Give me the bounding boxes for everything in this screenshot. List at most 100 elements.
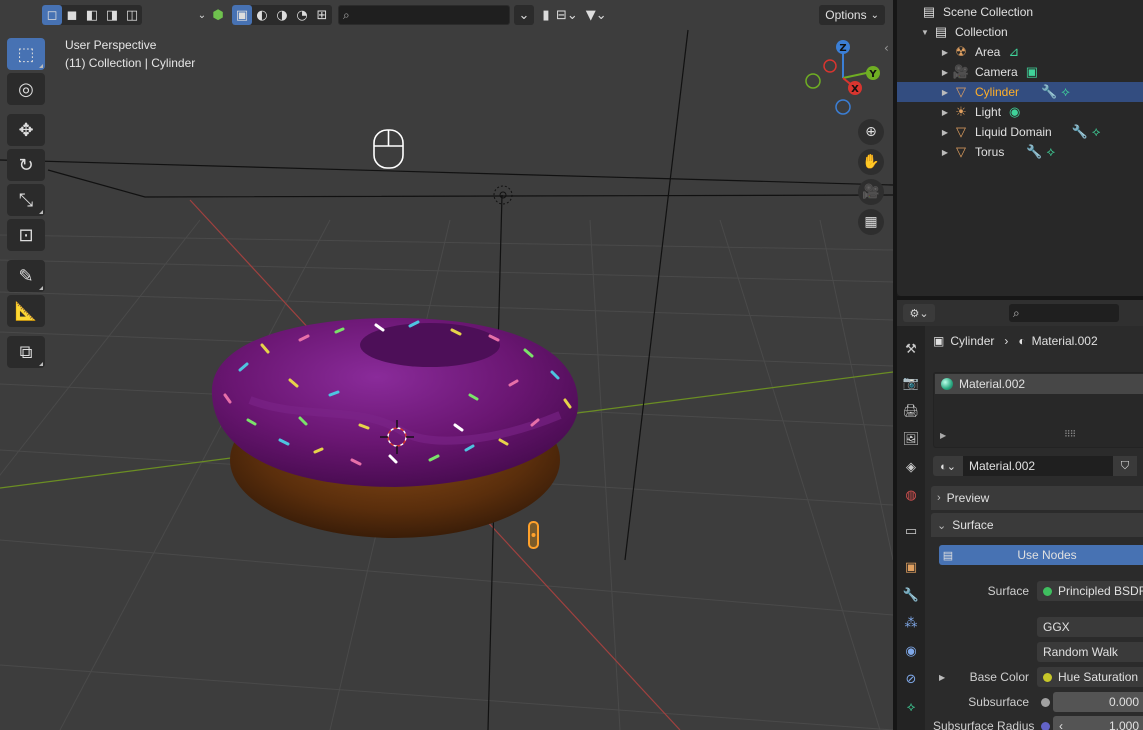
expand-triangle-icon[interactable]: ▶ bbox=[939, 128, 951, 137]
select-invert-icon[interactable]: ◨ bbox=[102, 5, 122, 25]
use-nodes-button[interactable]: ▤ Use Nodes bbox=[939, 545, 1143, 565]
display-mode-icon[interactable]: ⊟⌄ bbox=[556, 5, 578, 25]
resize-grip-icon[interactable]: ⠿⠿ bbox=[1064, 429, 1076, 440]
scene-collection-row[interactable]: ▤ Scene Collection bbox=[897, 2, 1143, 22]
wrench-modifier-icon[interactable]: 🔧 bbox=[1026, 144, 1042, 160]
mesh-icon: ▽ bbox=[956, 124, 966, 139]
expand-triangle-icon[interactable]: ▶ bbox=[940, 431, 946, 440]
properties-tab-bar: ⚒ 📷 🖨 🖼 ◈ ◍ ▭ ▣ 🔧 ⁂ ◉ ⊘ ⟡ bbox=[897, 326, 925, 730]
camera-icon: 🎥 bbox=[952, 64, 970, 79]
measure-tool-icon[interactable]: 📐 bbox=[7, 295, 45, 327]
solid-shading-icon[interactable]: ◐ bbox=[252, 5, 272, 25]
light-data-icon[interactable]: ⊿ bbox=[1008, 44, 1019, 60]
preview-panel-header[interactable]: › Preview bbox=[931, 486, 1143, 510]
output-tab-icon[interactable]: 🖨 bbox=[900, 400, 922, 422]
surface-shader-field[interactable]: Principled BSDF bbox=[1037, 581, 1143, 601]
select-box-tool-icon[interactable]: ⬚ bbox=[7, 38, 45, 70]
render-tab-icon[interactable]: 📷 bbox=[900, 372, 922, 394]
camera-view-icon[interactable]: 🎥 bbox=[858, 179, 884, 205]
rendered-shading-icon[interactable]: ◔ bbox=[292, 5, 312, 25]
material-slot-item[interactable]: Material.002 bbox=[935, 374, 1143, 394]
material-shading-icon[interactable]: ◑ bbox=[272, 5, 292, 25]
svg-text:Z: Z bbox=[839, 43, 846, 54]
modifier-tab-icon[interactable]: 🔧 bbox=[900, 584, 922, 606]
view-layer-tab-icon[interactable]: 🖼 bbox=[900, 428, 922, 450]
outliner-item-torus[interactable]: ▶ ▽ Torus 🔧 ⟡ bbox=[897, 142, 1143, 162]
collapse-sidebar-icon[interactable]: ‹ bbox=[884, 41, 889, 55]
camera-data-icon[interactable]: ▣ bbox=[1026, 64, 1038, 80]
material-name-field[interactable]: Material.002 bbox=[963, 456, 1113, 476]
scene-canvas[interactable] bbox=[0, 0, 893, 730]
viewport-header: ◻ ◼ ◧ ◨ ◫ ⌄ ⬢ ▣ ◐ ◑ ◔ ⊞ ⌕ ⌄ ▮ ⊟⌄ ▼⌄ Opti… bbox=[0, 0, 893, 30]
outliner-item-area[interactable]: ▶ ☢ Area ⊿ bbox=[897, 42, 1143, 62]
bookmark-icon[interactable]: ▮ bbox=[536, 5, 556, 25]
collection-tab-icon[interactable]: ▭ bbox=[900, 520, 922, 542]
breadcrumb: ▣ Cylinder › ◐ Material.002 bbox=[933, 334, 1098, 348]
distribution-dropdown[interactable]: GGX bbox=[1037, 617, 1143, 637]
subsurface-value-field[interactable]: 0.000 bbox=[1053, 692, 1143, 712]
outliner-item-liquid-domain[interactable]: ▶ ▽ Liquid Domain 🔧 ⟡ bbox=[897, 122, 1143, 142]
scene-tab-icon[interactable]: ◈ bbox=[900, 456, 922, 478]
viewport-search-input[interactable]: ⌕ bbox=[338, 5, 510, 25]
object-tab-icon[interactable]: ▣ bbox=[900, 556, 922, 578]
select-extend-icon[interactable]: ◼ bbox=[62, 5, 82, 25]
particles-tab-icon[interactable]: ⁂ bbox=[900, 612, 922, 634]
chevron-right-icon: › bbox=[937, 492, 941, 504]
filter-icon[interactable]: ▼⌄ bbox=[586, 5, 607, 25]
expand-triangle-icon[interactable]: ▼ bbox=[919, 28, 931, 37]
chevron-left-icon[interactable]: ‹ bbox=[1059, 719, 1063, 730]
overlay-icon[interactable]: ⊞ bbox=[312, 5, 332, 25]
annotate-tool-icon[interactable]: ✎ bbox=[7, 260, 45, 292]
navigation-gizmo[interactable]: Z Y X bbox=[798, 36, 888, 126]
browse-material-button[interactable]: ◐⌄ bbox=[933, 456, 963, 476]
properties-search-input[interactable]: ⌕ bbox=[1009, 304, 1119, 322]
outliner-item-camera[interactable]: ▶ 🎥 Camera ▣ bbox=[897, 62, 1143, 82]
properties-editor-icon: ⚙⌄ bbox=[909, 306, 929, 320]
physics-tab-icon[interactable]: ◉ bbox=[900, 640, 922, 662]
subsurface-method-dropdown[interactable]: Random Walk bbox=[1037, 642, 1143, 662]
expand-triangle-icon[interactable]: ▶ bbox=[939, 48, 951, 57]
light-data-icon[interactable]: ◉ bbox=[1009, 104, 1020, 120]
scale-tool-icon[interactable]: ⤡ bbox=[7, 184, 45, 216]
zoom-icon[interactable]: ⊕ bbox=[858, 119, 884, 145]
options-button[interactable]: Options ⌄ bbox=[819, 5, 885, 25]
object-type-visibility-icon[interactable]: ⬢ bbox=[208, 5, 228, 25]
ortho-grid-icon[interactable]: ▦ bbox=[858, 209, 884, 235]
mesh-data-icon[interactable]: ⟡ bbox=[1047, 144, 1056, 160]
surface-panel-header[interactable]: ⌄ Surface bbox=[931, 513, 1143, 537]
mesh-data-tab-icon[interactable]: ⟡ bbox=[900, 696, 922, 718]
expand-triangle-icon[interactable]: ▶ bbox=[939, 68, 951, 77]
expand-triangle-icon[interactable]: ▶ bbox=[939, 108, 951, 117]
select-intersect-icon[interactable]: ◫ bbox=[122, 5, 142, 25]
expand-triangle-icon[interactable]: ▶ bbox=[939, 88, 951, 97]
world-tab-icon[interactable]: ◍ bbox=[900, 484, 922, 506]
editor-type-dropdown[interactable]: ⚙⌄ bbox=[903, 304, 935, 322]
filter-dropdown-icon[interactable]: ⌄ bbox=[514, 5, 534, 25]
wrench-modifier-icon[interactable]: 🔧 bbox=[1041, 84, 1057, 100]
cursor-tool-icon[interactable]: ◎ bbox=[7, 73, 45, 105]
base-color-field[interactable]: Hue Saturation bbox=[1037, 667, 1143, 687]
rotate-tool-icon[interactable]: ↻ bbox=[7, 149, 45, 181]
3d-viewport[interactable]: ◻ ◼ ◧ ◨ ◫ ⌄ ⬢ ▣ ◐ ◑ ◔ ⊞ ⌕ ⌄ ▮ ⊟⌄ ▼⌄ Opti… bbox=[0, 0, 893, 730]
select-new-icon[interactable]: ◻ bbox=[42, 5, 62, 25]
tool-tab-icon[interactable]: ⚒ bbox=[900, 338, 922, 360]
expand-triangle-icon[interactable]: ▶ bbox=[939, 148, 951, 157]
outliner-item-light[interactable]: ▶ ☀ Light ◉ bbox=[897, 102, 1143, 122]
select-subtract-icon[interactable]: ◧ bbox=[82, 5, 102, 25]
add-cube-tool-icon[interactable]: ⧉ bbox=[7, 336, 45, 368]
chevron-down-icon[interactable]: ⌄ bbox=[196, 5, 208, 25]
active-collection-label: (11) Collection | Cylinder bbox=[65, 56, 196, 70]
transform-tool-icon[interactable]: ⊡ bbox=[7, 219, 45, 251]
material-slot-list[interactable]: Material.002 ▶ ⠿⠿ bbox=[933, 372, 1143, 448]
move-tool-icon[interactable]: ✥ bbox=[7, 114, 45, 146]
outliner-item-cylinder[interactable]: ▶ ▽ Cylinder 🔧 ⟡ bbox=[897, 82, 1143, 102]
subsurface-radius-field[interactable]: ‹ 1.000 bbox=[1053, 716, 1143, 730]
pan-hand-icon[interactable]: ✋ bbox=[858, 149, 884, 175]
collection-row[interactable]: ▼ ▤ Collection bbox=[897, 22, 1143, 42]
mesh-data-icon[interactable]: ⟡ bbox=[1092, 124, 1101, 140]
constraints-tab-icon[interactable]: ⊘ bbox=[900, 668, 922, 690]
mesh-data-icon[interactable]: ⟡ bbox=[1061, 84, 1070, 100]
wireframe-shading-icon[interactable]: ▣ bbox=[232, 5, 252, 25]
fake-user-shield-icon[interactable]: ⛉ bbox=[1113, 456, 1137, 476]
wrench-modifier-icon[interactable]: 🔧 bbox=[1072, 124, 1088, 140]
